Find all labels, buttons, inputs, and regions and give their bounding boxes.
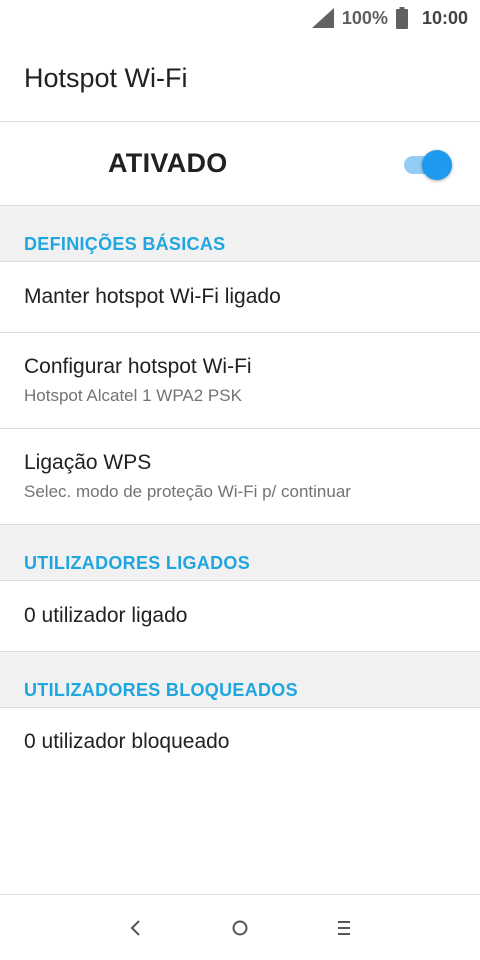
section-header-blocked: UTILIZADORES BLOQUEADOS <box>0 652 480 708</box>
back-icon <box>130 919 140 936</box>
back-button[interactable] <box>122 914 150 942</box>
toggle-thumb <box>422 149 452 180</box>
signal-icon <box>311 8 334 28</box>
pref-configure-hotspot[interactable]: Configurar hotspot Wi-Fi Hotspot Alcatel… <box>0 333 480 429</box>
pref-title: Manter hotspot Wi-Fi ligado <box>24 285 281 308</box>
hotspot-master-switch-row[interactable]: ATIVADO <box>0 122 480 206</box>
section-header-basic: DEFINIÇÕES BÁSICAS <box>0 206 480 262</box>
section-header-connected: UTILIZADORES LIGADOS <box>0 525 480 581</box>
section-header-label: UTILIZADORES LIGADOS <box>24 553 250 573</box>
home-icon <box>232 920 248 935</box>
pref-wps-connection[interactable]: Ligação WPS Selec. modo de proteção Wi-F… <box>0 429 480 525</box>
section-header-label: DEFINIÇÕES BÁSICAS <box>24 234 226 254</box>
pref-title: 0 utilizador ligado <box>24 604 188 627</box>
app-bar: Hotspot Wi-Fi <box>0 36 480 122</box>
page-title: Hotspot Wi-Fi <box>24 63 188 93</box>
pref-title: Configurar hotspot Wi-Fi <box>24 355 252 378</box>
menu-button[interactable] <box>330 914 358 942</box>
hotspot-screen: 100% 10:00 Hotspot Wi-Fi ATIVADO DEFINIÇ… <box>0 0 480 960</box>
pref-title: 0 utilizador bloqueado <box>24 730 230 753</box>
home-button[interactable] <box>226 914 254 942</box>
status-bar: 100% 10:00 <box>0 0 480 36</box>
menu-icon <box>338 920 350 935</box>
pref-connected-users[interactable]: 0 utilizador ligado <box>0 581 480 652</box>
battery-percent: 100% <box>341 7 388 28</box>
pref-summary: Hotspot Alcatel 1 WPA2 PSK <box>24 386 242 405</box>
pref-title: Ligação WPS <box>24 451 152 474</box>
navigation-bar <box>0 894 480 960</box>
switch-state-label: ATIVADO <box>108 148 228 178</box>
pref-keep-hotspot-on[interactable]: Manter hotspot Wi-Fi ligado <box>0 262 480 333</box>
pref-summary: Selec. modo de proteção Wi-Fi p/ continu… <box>24 482 351 501</box>
battery-icon <box>395 7 408 29</box>
clock: 10:00 <box>421 7 468 28</box>
pref-blocked-users[interactable]: 0 utilizador bloqueado <box>0 708 480 776</box>
section-header-label: UTILIZADORES BLOQUEADOS <box>24 680 298 700</box>
hotspot-toggle[interactable] <box>402 149 452 180</box>
